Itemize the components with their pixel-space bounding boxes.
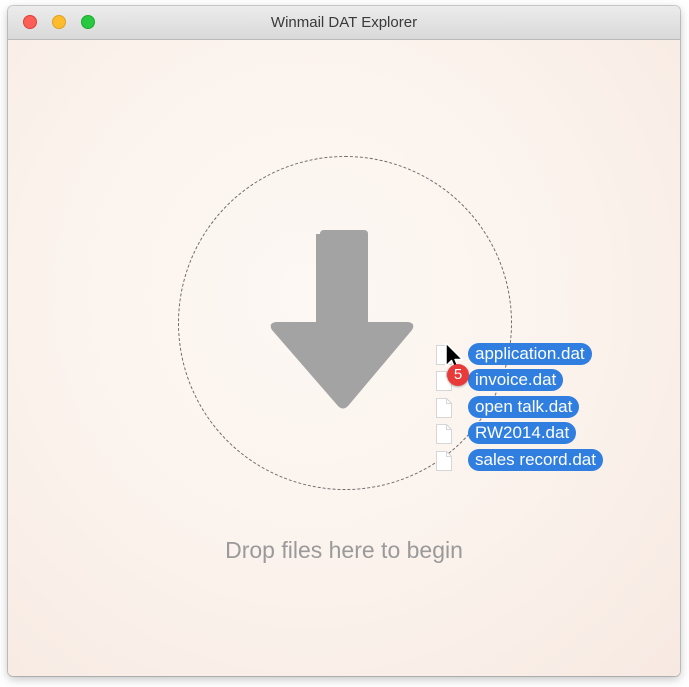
document-icon bbox=[436, 424, 452, 444]
file-name-label: open talk.dat bbox=[468, 396, 580, 418]
file-name-label: application.dat bbox=[468, 343, 592, 365]
window-title: Winmail DAT Explorer bbox=[270, 14, 418, 31]
drop-hint-text: Drop files here to begin bbox=[225, 537, 463, 563]
file-name-label: RW2014.dat bbox=[468, 422, 577, 444]
drop-area[interactable]: Drop files here to begin application.dat… bbox=[8, 40, 680, 676]
file-name-label: sales record.dat bbox=[468, 449, 603, 471]
download-arrow-icon bbox=[270, 230, 414, 409]
app-window: Winmail DAT Explorer Drop files here to … bbox=[8, 6, 680, 676]
title-bar[interactable]: Winmail DAT Explorer bbox=[8, 6, 680, 40]
drag-count-badge: 5 bbox=[447, 364, 469, 386]
document-icon bbox=[436, 451, 452, 471]
file-name-label: invoice.dat bbox=[468, 369, 564, 391]
document-icon bbox=[436, 398, 452, 418]
